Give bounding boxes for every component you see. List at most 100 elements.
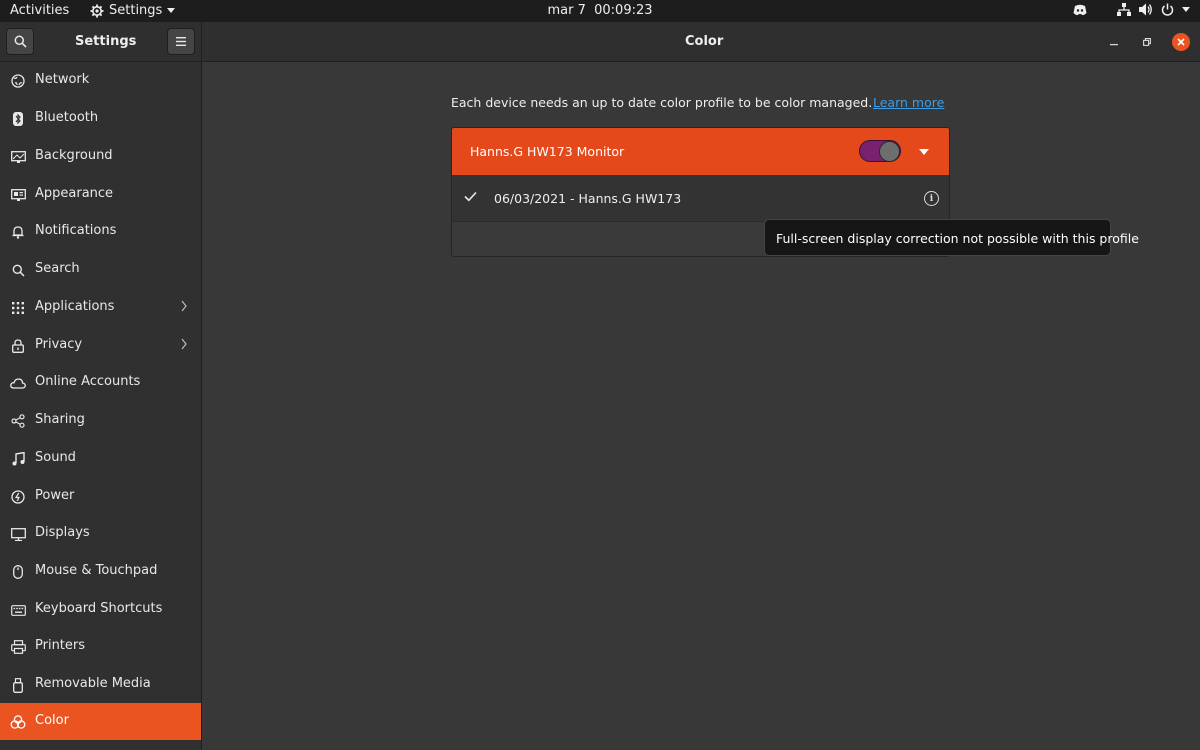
device-row[interactable]: Hanns.G HW173 Monitor <box>452 128 949 175</box>
sidebar-item-label: Online Accounts <box>35 374 141 389</box>
sidebar-item-label: Bluetooth <box>35 110 99 125</box>
sidebar-title: Settings <box>75 34 137 49</box>
app-menu-label: Settings <box>109 3 163 18</box>
chevron-down-icon <box>167 8 176 13</box>
sidebar-item-notifications[interactable]: Notifications <box>0 213 201 250</box>
settings-window: Settings Color Network Bluetooth Backgro… <box>0 22 1200 750</box>
checkmark-icon <box>464 191 477 202</box>
intro-text: Each device needs an up to date color pr… <box>451 95 873 110</box>
sidebar-headerbar: Settings <box>0 22 202 62</box>
sidebar-item-label: Power <box>35 488 75 503</box>
search-button[interactable] <box>6 28 34 55</box>
share-icon <box>10 413 26 429</box>
hamburger-icon <box>176 37 186 46</box>
sidebar-item-mouse-touchpad[interactable]: Mouse & Touchpad <box>0 553 201 590</box>
network-icon[interactable] <box>1117 3 1131 16</box>
chevron-down-icon[interactable] <box>919 149 929 155</box>
sidebar-item-label: Applications <box>35 299 115 314</box>
sidebar-item-printers[interactable]: Printers <box>0 628 201 665</box>
sidebar-item-removable-media[interactable]: Removable Media <box>0 666 201 703</box>
sidebar-item-online-accounts[interactable]: Online Accounts <box>0 364 201 401</box>
sidebar-item-label: Printers <box>35 638 86 653</box>
display-icon <box>10 526 26 542</box>
sidebar-item-keyboard-shortcuts[interactable]: Keyboard Shortcuts <box>0 591 201 628</box>
printer-icon <box>10 639 26 655</box>
lock-icon <box>10 338 26 354</box>
sidebar-item-power[interactable]: Power <box>0 478 201 515</box>
maximize-button[interactable] <box>1138 33 1156 51</box>
grid-icon <box>10 300 26 316</box>
sidebar-item-label: Keyboard Shortcuts <box>35 601 163 616</box>
sidebar-item-appearance[interactable]: Appearance <box>0 176 201 213</box>
sidebar-item-label: Sound <box>35 450 76 465</box>
keyboard-icon <box>10 602 26 618</box>
main-menu-button[interactable] <box>167 28 195 55</box>
tooltip: Full-screen display correction not possi… <box>764 219 1139 256</box>
discord-icon[interactable] <box>1073 4 1087 16</box>
minimize-icon <box>1110 38 1118 46</box>
system-tray[interactable] <box>1073 3 1190 16</box>
search-icon <box>14 35 27 48</box>
sidebar-item-label: Search <box>35 261 80 276</box>
sidebar-item-label: Background <box>35 148 113 163</box>
profile-row[interactable]: 06/03/2021 - Hanns.G HW173 i <box>452 175 949 222</box>
clock: mar 7 00:09:23 <box>0 3 1200 18</box>
music-note-icon <box>10 451 26 467</box>
sidebar-item-background[interactable]: Background <box>0 138 201 175</box>
sidebar-item-privacy[interactable]: Privacy <box>0 327 201 364</box>
volume-icon[interactable] <box>1139 3 1153 16</box>
sidebar-item-label: Displays <box>35 525 90 540</box>
close-icon <box>1177 38 1185 46</box>
gear-icon <box>90 4 104 18</box>
content-headerbar: Color <box>202 22 1200 62</box>
minimize-button[interactable] <box>1105 33 1123 51</box>
color-panel: Each device needs an up to date color pr… <box>202 62 1200 750</box>
usb-icon <box>10 677 26 693</box>
sidebar-item-label: Removable Media <box>35 676 151 691</box>
sidebar-item-search[interactable]: Search <box>0 251 201 288</box>
sidebar-item-color[interactable]: Color <box>0 703 201 740</box>
info-icon[interactable]: i <box>924 191 939 206</box>
sidebar-item-label: Mouse & Touchpad <box>35 563 158 578</box>
bell-icon <box>10 224 26 240</box>
power-icon <box>10 489 26 505</box>
sidebar-item-bluetooth[interactable]: Bluetooth <box>0 100 201 137</box>
sidebar-item-applications[interactable]: Applications <box>0 289 201 326</box>
mouse-icon <box>10 564 26 580</box>
sidebar-item-label: Notifications <box>35 223 117 238</box>
background-icon <box>10 149 26 165</box>
close-button[interactable] <box>1172 33 1190 51</box>
clock-time: 00:09:23 <box>594 3 653 18</box>
appearance-icon <box>10 187 26 203</box>
learn-more-link[interactable]: Learn more <box>873 95 944 110</box>
clock-button[interactable]: mar 7 00:09:23 <box>547 3 652 18</box>
top-bar: Activities Settings mar 7 00:09:23 <box>0 0 1200 22</box>
chevron-right-icon <box>181 338 187 350</box>
device-enable-switch[interactable] <box>859 140 901 162</box>
color-icon <box>10 714 26 730</box>
device-name: Hanns.G HW173 Monitor <box>470 144 625 159</box>
power-icon[interactable] <box>1161 3 1174 16</box>
chevron-right-icon <box>181 300 187 312</box>
restore-icon <box>1143 38 1151 46</box>
sidebar-item-label: Network <box>35 72 90 87</box>
sidebar-item-network[interactable]: Network <box>0 62 201 99</box>
profile-name: 06/03/2021 - Hanns.G HW173 <box>494 191 682 206</box>
page-title: Color <box>685 34 724 49</box>
sidebar-item-label: Sharing <box>35 412 85 427</box>
sidebar-item-displays[interactable]: Displays <box>0 515 201 552</box>
sidebar-item-label: Color <box>35 713 69 728</box>
sidebar: Network Bluetooth Background Appearance … <box>0 62 202 750</box>
sidebar-item-label: Privacy <box>35 337 83 352</box>
sidebar-item-label: Appearance <box>35 186 114 201</box>
activities-button[interactable]: Activities <box>10 3 69 18</box>
clock-date: mar 7 <box>547 3 586 18</box>
sidebar-item-sharing[interactable]: Sharing <box>0 402 201 439</box>
chevron-down-icon[interactable] <box>1182 7 1190 12</box>
search-icon <box>10 262 26 278</box>
app-menu[interactable]: Settings <box>90 3 176 18</box>
network-icon <box>10 73 26 89</box>
switch-knob <box>879 141 900 162</box>
sidebar-item-sound[interactable]: Sound <box>0 440 201 477</box>
bluetooth-icon <box>10 111 26 127</box>
